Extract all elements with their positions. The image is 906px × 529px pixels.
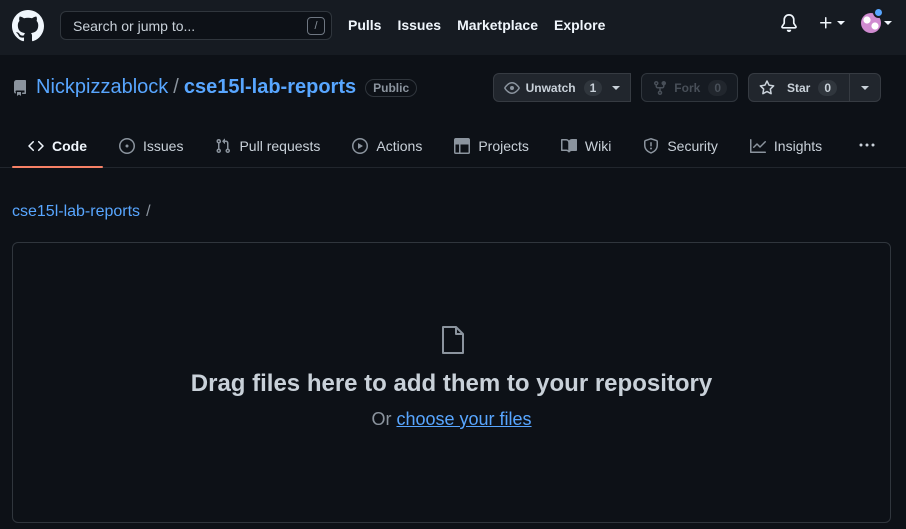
- visibility-badge: Public: [365, 78, 418, 97]
- file-dropzone[interactable]: Drag files here to add them to your repo…: [12, 242, 891, 523]
- issue-icon: [119, 137, 135, 154]
- tab-pull-requests-label: Pull requests: [239, 137, 321, 154]
- repo-actions: Unwatch 1 Fork 0 Star 0: [492, 73, 881, 102]
- fork-count: 0: [708, 79, 727, 96]
- header-actions: [780, 7, 892, 33]
- github-logo-icon[interactable]: [12, 10, 44, 42]
- tab-wiki[interactable]: Wiki: [545, 123, 627, 168]
- more-options-icon[interactable]: [858, 137, 876, 153]
- search-shortcut-key: /: [307, 17, 325, 35]
- unwatch-button[interactable]: Unwatch 1: [492, 73, 632, 102]
- star-button[interactable]: Star 0: [748, 73, 850, 102]
- tab-projects-label: Projects: [478, 137, 529, 154]
- chevron-down-icon: [612, 85, 621, 90]
- breadcrumb-separator: /: [146, 203, 151, 220]
- repo-title: Nickpizzablock / cse15l-lab-reports Publ…: [12, 76, 418, 99]
- book-icon: [560, 138, 577, 152]
- tab-pull-requests[interactable]: Pull requests: [199, 123, 336, 168]
- pull-request-icon: [216, 138, 231, 153]
- tab-wiki-label: Wiki: [584, 137, 612, 154]
- watch-group: Unwatch 1: [492, 73, 632, 102]
- chevron-down-icon: [837, 21, 845, 25]
- global-header: Search or jump to... / Pulls Issues Mark…: [0, 0, 906, 55]
- unwatch-label: Unwatch: [525, 80, 576, 95]
- global-nav: Pulls Issues Marketplace Explore: [348, 17, 605, 33]
- fork-icon: [654, 80, 667, 95]
- notification-dot: [873, 7, 884, 18]
- tab-issues[interactable]: Issues: [103, 123, 199, 168]
- eye-icon: [503, 81, 520, 94]
- play-icon: [352, 137, 369, 154]
- star-list-dropdown[interactable]: [850, 73, 881, 102]
- chevron-down-icon: [884, 21, 892, 25]
- repo-owner-link[interactable]: Nickpizzablock: [36, 76, 168, 99]
- user-menu[interactable]: [861, 7, 892, 33]
- graph-icon: [749, 138, 766, 153]
- star-group: Star 0: [748, 73, 881, 102]
- tab-actions-label: Actions: [376, 137, 423, 154]
- repo-header: Nickpizzablock / cse15l-lab-reports Publ…: [0, 55, 906, 168]
- tab-code-label: Code: [52, 137, 87, 154]
- watch-count: 1: [583, 79, 603, 96]
- star-count: 0: [818, 79, 838, 96]
- tab-insights-label: Insights: [773, 137, 823, 154]
- nav-issues[interactable]: Issues: [397, 17, 441, 33]
- search-input[interactable]: Search or jump to... /: [60, 11, 332, 40]
- dropzone-or-text: Or: [371, 409, 392, 429]
- tab-actions[interactable]: Actions: [336, 123, 438, 168]
- tab-security[interactable]: Security: [627, 123, 734, 168]
- table-icon: [454, 137, 471, 154]
- tab-security-label: Security: [667, 137, 718, 154]
- nav-explore[interactable]: Explore: [554, 17, 605, 33]
- code-icon: [28, 140, 44, 151]
- search-placeholder: Search or jump to...: [73, 17, 196, 34]
- create-new-menu[interactable]: [818, 15, 845, 31]
- fork-button[interactable]: Fork 0: [641, 73, 738, 102]
- nav-marketplace[interactable]: Marketplace: [457, 17, 538, 33]
- star-icon: [759, 79, 775, 94]
- dropzone-subtitle: Or choose your files: [13, 409, 890, 430]
- tab-issues-label: Issues: [143, 137, 184, 154]
- fork-label: Fork: [674, 80, 701, 95]
- breadcrumb: cse15l-lab-reports /: [12, 203, 151, 221]
- chevron-down-icon: [861, 85, 869, 90]
- file-icon: [442, 326, 464, 354]
- tab-code[interactable]: Code: [12, 123, 103, 168]
- breadcrumb-repo-link[interactable]: cse15l-lab-reports: [12, 203, 140, 220]
- repo-tabs: Code Issues Pull requests Actions Projec…: [12, 123, 838, 168]
- plus-icon: [820, 17, 832, 29]
- repo-icon: [13, 79, 26, 96]
- tab-insights[interactable]: Insights: [734, 123, 838, 168]
- bell-icon[interactable]: [780, 14, 798, 32]
- tab-projects[interactable]: Projects: [438, 123, 545, 168]
- star-label: Star: [787, 80, 811, 95]
- nav-pulls[interactable]: Pulls: [348, 17, 381, 33]
- choose-files-link[interactable]: choose your files: [396, 409, 531, 429]
- repo-name-link[interactable]: cse15l-lab-reports: [184, 76, 356, 99]
- repo-separator: /: [173, 76, 179, 98]
- dropzone-title: Drag files here to add them to your repo…: [190, 370, 713, 397]
- shield-icon: [644, 137, 659, 154]
